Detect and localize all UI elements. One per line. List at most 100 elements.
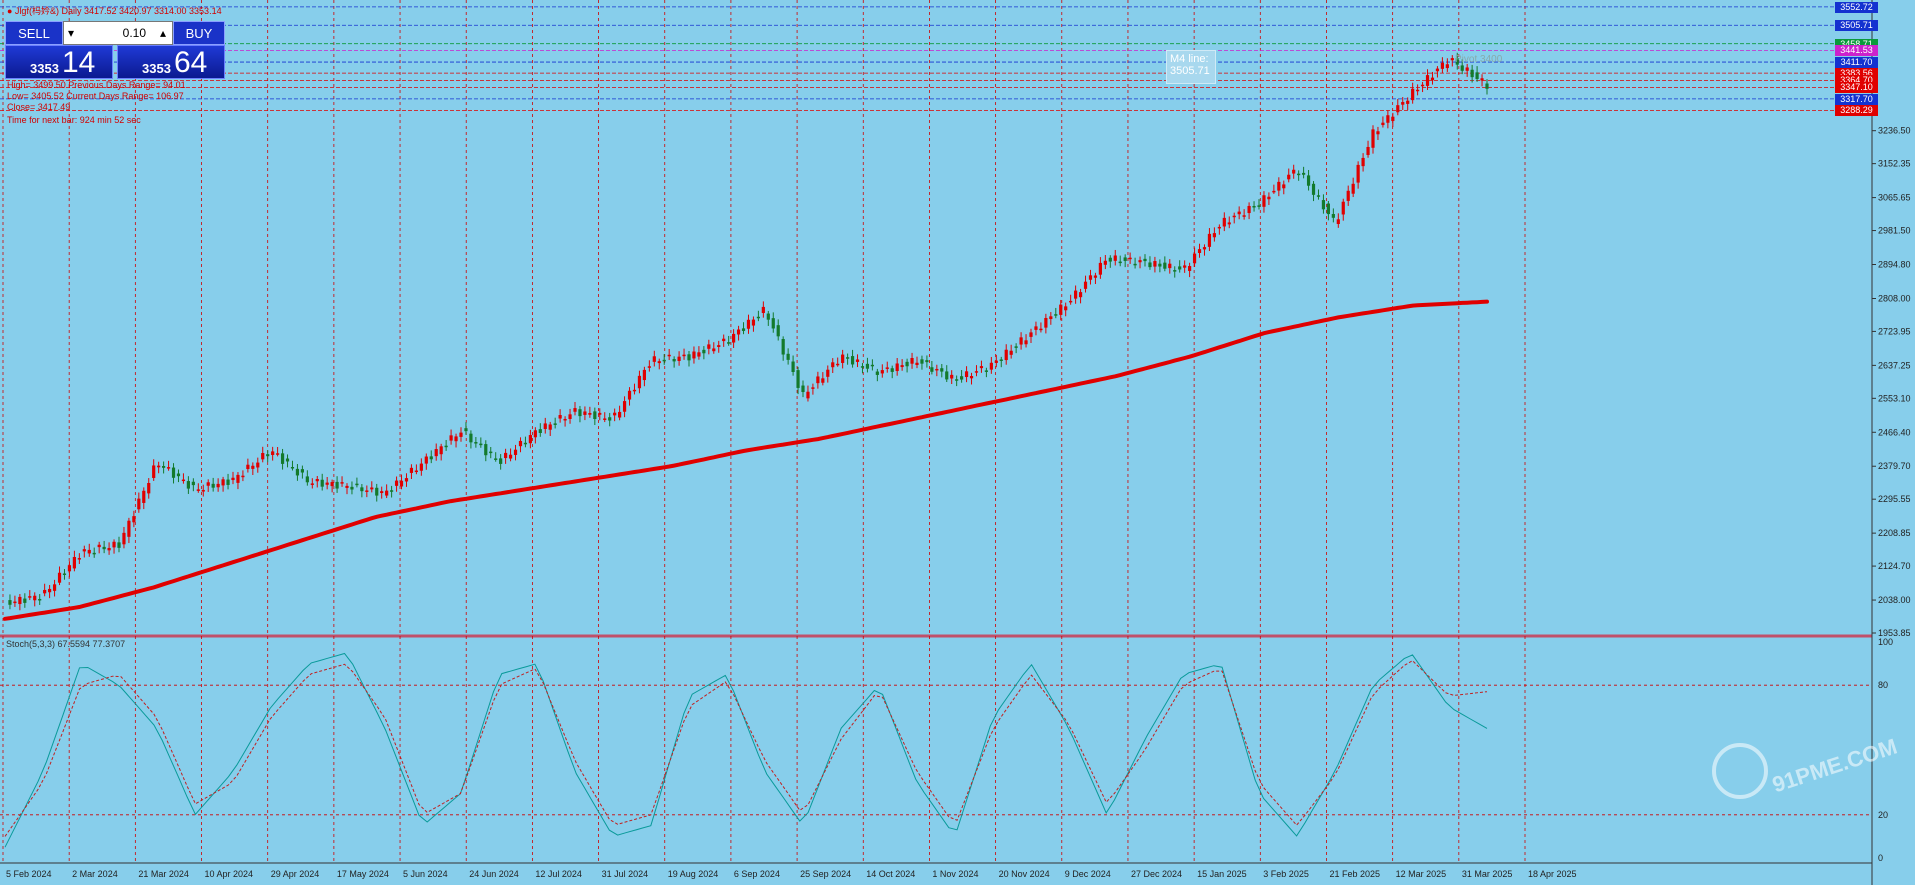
candle-body [1475, 72, 1479, 79]
time-tick-label: 5 Jun 2024 [403, 869, 448, 879]
candle-body [796, 370, 800, 388]
candle-body [280, 453, 285, 464]
candle-body [1311, 183, 1316, 195]
candle-body [697, 352, 701, 357]
candle-body [1470, 69, 1474, 78]
time-tick-label: 6 Sep 2024 [734, 869, 780, 879]
lot-field[interactable]: ▾ 0.10 ▴ [63, 21, 173, 45]
candle-body [370, 487, 374, 490]
candle-body [1376, 131, 1380, 135]
candle-body [1297, 173, 1301, 176]
candle-body [1133, 263, 1137, 266]
candle-body [855, 359, 860, 362]
lot-increase-icon[interactable]: ▴ [160, 26, 166, 40]
candle-body [1406, 100, 1410, 104]
low-info: Low= 3405.52 Current Days Range= 106.97 [7, 91, 184, 101]
trade-panel: SELL ▾ 0.10 ▴ BUY 3353 14 3353 64 [5, 21, 225, 79]
candle-body [1282, 184, 1286, 189]
candle-body [1450, 58, 1454, 61]
candle-body [1430, 77, 1435, 81]
candle-body [1440, 62, 1444, 69]
candle-body [548, 424, 552, 430]
candle-body [285, 458, 290, 462]
candle-body [1049, 316, 1053, 320]
candle-body [741, 328, 746, 331]
candle-body [880, 370, 884, 374]
candle-body [1173, 270, 1177, 272]
candle-body [1207, 233, 1212, 247]
candle-body [107, 547, 111, 551]
candle-body [1391, 116, 1395, 122]
candle-body [801, 385, 805, 393]
candle-body [261, 453, 265, 460]
candle-body [603, 418, 607, 420]
time-tick-label: 21 Feb 2025 [1329, 869, 1380, 879]
candle-body [132, 516, 136, 523]
stoch-level-label: 100 [1878, 637, 1893, 647]
stoch-panel: 10080200 [0, 637, 1893, 863]
candle-body [1192, 253, 1197, 264]
candle-body [271, 451, 275, 456]
candle-body [702, 349, 706, 354]
time-tick-label: 21 Mar 2024 [138, 869, 189, 879]
price-chart[interactable]: 3236.50 3152.35 3065.65 2981.50 2894.80 2808.… [0, 0, 1915, 885]
candle-body [1292, 169, 1296, 174]
candle-body [77, 558, 81, 560]
candle-body [885, 367, 889, 369]
lot-decrease-icon[interactable]: ▾ [68, 26, 74, 40]
candle-body [786, 353, 790, 360]
candle-body [1341, 201, 1345, 215]
candle-body [1064, 306, 1068, 311]
candle-body [955, 379, 959, 381]
m4-value: 3505.71 [1170, 65, 1210, 77]
candle-body [989, 362, 993, 370]
sell-price[interactable]: 3353 14 [5, 45, 113, 79]
candle-body [1351, 183, 1355, 194]
candle-body [459, 432, 463, 437]
candle-body [1083, 281, 1088, 289]
candle-body [434, 449, 438, 457]
time-tick-label: 17 May 2024 [337, 869, 389, 879]
candle-body [1078, 292, 1083, 298]
price-tag: 3288.29 [1835, 105, 1878, 117]
buy-price[interactable]: 3353 64 [117, 45, 225, 79]
candle-body [300, 469, 304, 473]
candle-body [632, 389, 637, 392]
candle-body [23, 598, 27, 603]
candle-body [1287, 174, 1291, 180]
candle-body [583, 411, 587, 415]
candle-body [166, 467, 171, 469]
time-tick-label: 2 Mar 2024 [72, 869, 118, 879]
time-tick-label: 15 Jan 2025 [1197, 869, 1247, 879]
candle-body [1262, 195, 1266, 207]
buy-price-small: 3353 [142, 61, 171, 76]
candle-body [647, 366, 651, 368]
candle-body [82, 549, 86, 552]
price-tick-label: 2295.55 [1878, 494, 1911, 504]
candle-body [994, 360, 998, 363]
candle-body [246, 464, 250, 470]
candle-body [365, 490, 369, 492]
candle-body [1346, 190, 1350, 201]
candle-body [171, 467, 176, 478]
candle-body [290, 466, 295, 469]
candle-body [176, 473, 181, 477]
candle-body [335, 481, 339, 489]
candle-body [846, 357, 850, 359]
candle-body [1420, 84, 1425, 87]
candle-body [1093, 275, 1098, 278]
candle-body [1197, 249, 1202, 253]
sell-button[interactable]: SELL [5, 21, 63, 45]
buy-button[interactable]: BUY [173, 21, 225, 45]
buy-label: BUY [185, 25, 213, 41]
candle-body [1435, 68, 1440, 72]
time-tick-label: 12 Mar 2025 [1396, 869, 1447, 879]
candle-body [419, 463, 423, 471]
candle-body [137, 498, 141, 510]
stoch-d-line [4, 660, 1488, 837]
stoch-k-line [4, 652, 1488, 848]
candle-body [424, 456, 428, 464]
price-tick-label: 2894.80 [1878, 260, 1911, 270]
candle-body [499, 458, 503, 464]
candle-body [518, 440, 523, 447]
